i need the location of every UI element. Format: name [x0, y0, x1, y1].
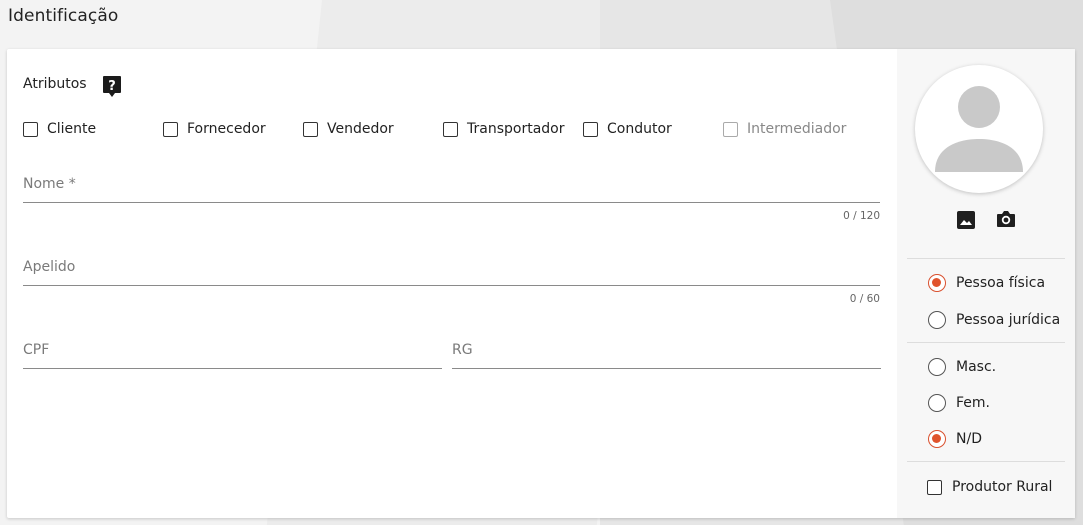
checkbox-transportador[interactable]: Transportador: [443, 121, 564, 137]
checkbox-vendedor[interactable]: Vendedor: [303, 121, 394, 137]
image-icon[interactable]: [955, 209, 977, 231]
radio-label: Masc.: [956, 359, 997, 375]
checkbox-box[interactable]: [23, 121, 38, 137]
checkbox-intermediador: Intermediador: [723, 121, 846, 137]
avatar[interactable]: [915, 65, 1043, 193]
rg-field[interactable]: RG: [452, 333, 881, 369]
svg-text:?: ?: [108, 79, 116, 94]
radio-pessoa-juridica[interactable]: Pessoa jurídica: [928, 311, 1060, 329]
checkbox-box: [723, 121, 738, 137]
nome-field[interactable]: Nome *: [23, 167, 880, 203]
checkbox-fornecedor[interactable]: Fornecedor: [163, 121, 266, 137]
radio-fem[interactable]: Fem.: [928, 394, 990, 412]
divider: [907, 461, 1065, 462]
checkbox-label: Transportador: [467, 121, 565, 137]
cpf-field[interactable]: CPF: [23, 333, 442, 369]
radio-nd[interactable]: N/D: [928, 430, 982, 448]
divider: [907, 258, 1065, 259]
radio-label: Fem.: [956, 395, 990, 411]
checkbox-produtor-rural[interactable]: Produtor Rural: [927, 479, 1052, 495]
checkbox-box[interactable]: [443, 121, 458, 137]
apelido-label: Apelido: [23, 259, 76, 275]
apelido-field[interactable]: Apelido: [23, 250, 880, 286]
radio-circle[interactable]: [928, 311, 946, 329]
radio-label: Pessoa física: [956, 275, 1046, 291]
checkbox-box[interactable]: [303, 121, 318, 137]
checkbox-cliente[interactable]: Cliente: [23, 121, 96, 137]
checkbox-label: Vendedor: [327, 121, 394, 137]
checkbox-label: Produtor Rural: [952, 479, 1053, 495]
radio-circle[interactable]: [928, 394, 946, 412]
page-title: Identificação: [8, 6, 119, 26]
radio-circle[interactable]: [928, 358, 946, 376]
radio-masc[interactable]: Masc.: [928, 358, 996, 376]
checkbox-label: Condutor: [607, 121, 672, 137]
checkbox-condutor[interactable]: Condutor: [583, 121, 672, 137]
person-placeholder-icon: [935, 86, 1023, 172]
checkbox-label: Intermediador: [747, 121, 847, 137]
checkbox-label: Cliente: [47, 121, 97, 137]
radio-pessoa-fisica[interactable]: Pessoa física: [928, 274, 1045, 292]
help-question-icon[interactable]: ?: [103, 76, 121, 98]
checkbox-box[interactable]: [163, 121, 178, 137]
cpf-label: CPF: [23, 342, 50, 358]
checkbox-box[interactable]: [583, 121, 598, 137]
divider: [907, 342, 1065, 343]
attributes-label: Atributos: [23, 76, 87, 92]
radio-label: Pessoa jurídica: [956, 312, 1061, 328]
rg-label: RG: [452, 342, 473, 358]
nome-label: Nome *: [23, 176, 76, 192]
radio-label: N/D: [956, 431, 982, 447]
nome-counter: 0 / 120: [843, 210, 880, 222]
radio-circle[interactable]: [928, 430, 946, 448]
checkbox-label: Fornecedor: [187, 121, 266, 137]
checkbox-box[interactable]: [927, 479, 942, 495]
radio-circle[interactable]: [928, 274, 946, 292]
apelido-counter: 0 / 60: [849, 293, 880, 305]
camera-icon[interactable]: [995, 208, 1017, 230]
